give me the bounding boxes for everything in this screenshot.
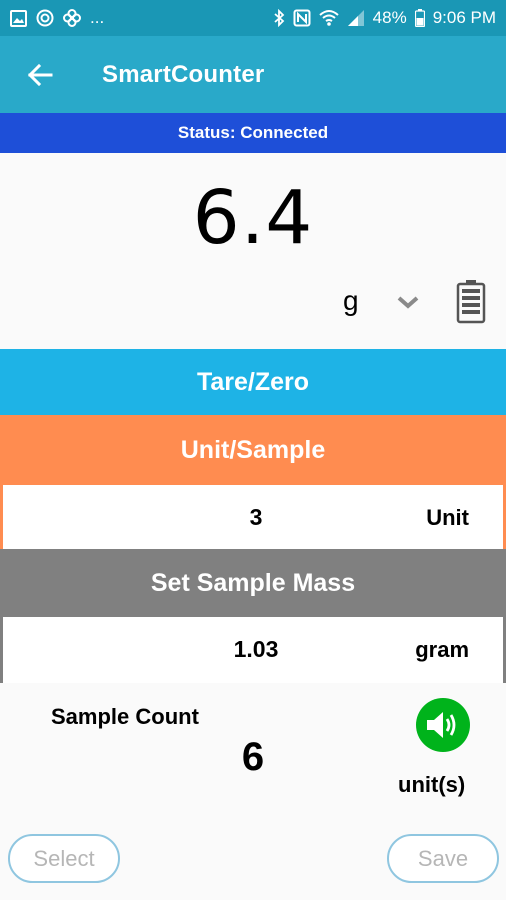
more-notifications: ... — [90, 8, 105, 27]
select-button[interactable]: Select — [8, 834, 120, 883]
system-indicators: 48% 9:06 PM — [273, 8, 496, 28]
wifi-icon — [318, 9, 339, 27]
sample-count-unit: unit(s) — [398, 772, 466, 797]
sample-mass-row: 1.03 gram — [0, 617, 506, 683]
tare-zero-button[interactable]: Tare/Zero — [0, 349, 506, 415]
pinwheel-icon — [63, 9, 81, 27]
clock: 9:06 PM — [432, 8, 496, 27]
target-icon — [36, 9, 54, 27]
sample-count-panel: Sample Count 6 unit(s) Select Save — [0, 683, 506, 900]
unit-selector: g — [0, 277, 506, 327]
system-status-bar: ... 48% 9:06 PM — [0, 0, 506, 36]
app-bar: SmartCounter — [0, 36, 506, 113]
speaker-icon — [427, 712, 456, 738]
sample-mass-unit: gram — [415, 637, 469, 662]
chevron-down-icon[interactable] — [394, 293, 422, 313]
scale-battery-icon — [456, 280, 486, 324]
sample-count-label: Sample Count — [51, 704, 199, 729]
save-button[interactable]: Save — [387, 834, 499, 883]
image-icon — [10, 9, 27, 27]
bluetooth-icon — [273, 9, 285, 27]
back-button[interactable] — [20, 55, 60, 95]
reading-panel: 6.4 g — [0, 153, 506, 349]
set-sample-mass-button[interactable]: Set Sample Mass — [0, 549, 506, 617]
sound-toggle-button[interactable] — [416, 698, 470, 752]
weight-reading: 6.4 — [192, 175, 314, 261]
battery-percent: 48% — [372, 8, 407, 27]
app-title: SmartCounter — [102, 60, 265, 88]
unit-sample-button[interactable]: Unit/Sample — [0, 415, 506, 485]
connection-status: Status: Connected — [0, 113, 506, 153]
nfc-icon — [293, 9, 311, 27]
arrow-left-icon — [27, 63, 53, 86]
unit-sample-row: 3 Unit — [0, 485, 506, 549]
notification-icons: ... — [10, 8, 104, 28]
signal-icon — [347, 9, 365, 27]
unit-sample-unit: Unit — [426, 505, 469, 530]
battery-icon — [414, 9, 425, 27]
unit-dropdown-value[interactable]: g — [343, 285, 359, 317]
